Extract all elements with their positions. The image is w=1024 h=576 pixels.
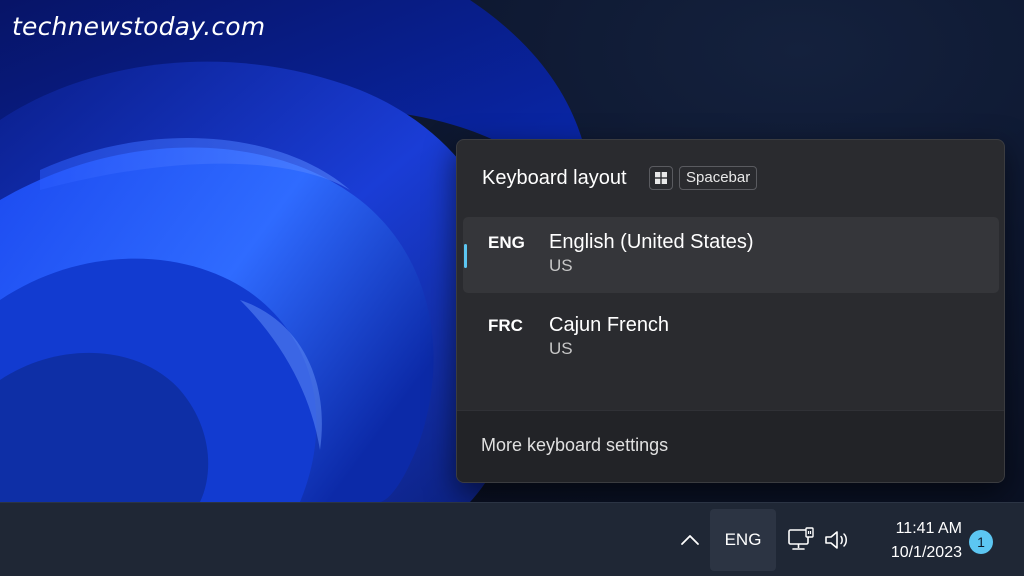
input-language-label: ENG (724, 530, 762, 549)
layout-name: English (United States) (549, 231, 754, 253)
volume-icon[interactable] (823, 528, 851, 552)
flyout-footer: More keyboard settings (457, 410, 1004, 482)
clock-date: 10/1/2023 (890, 544, 962, 561)
layout-name: Cajun French (549, 314, 670, 336)
flyout-title: Keyboard layout (482, 167, 627, 189)
notification-badge[interactable]: 1 (969, 530, 993, 554)
taskbar: ENG 11:41 AM 10/1/2023 1 (0, 502, 1024, 576)
chevron-up-icon[interactable] (678, 529, 702, 551)
layout-item-cajun-french[interactable]: FRC Cajun French US (463, 300, 999, 376)
clock-time: 11:41 AM (895, 520, 962, 537)
spacebar-key-hint: Spacebar (679, 166, 758, 190)
windows-logo-icon (649, 166, 673, 190)
more-keyboard-settings-link[interactable]: More keyboard settings (481, 435, 668, 456)
layout-keyboard: US (549, 339, 573, 358)
layout-code: FRC (488, 316, 523, 335)
keyboard-layout-flyout: Keyboard layout Spacebar ENG English (Un… (456, 139, 1005, 483)
network-icon[interactable] (787, 527, 815, 553)
selected-indicator (464, 244, 467, 268)
layout-code: ENG (488, 233, 525, 252)
input-language-button[interactable]: ENG (710, 509, 776, 571)
flyout-header: Keyboard layout Spacebar (457, 140, 1004, 216)
site-watermark: technewstoday.com (12, 12, 266, 41)
clock[interactable]: 11:41 AM 10/1/2023 (862, 517, 962, 565)
layout-keyboard: US (549, 256, 573, 275)
layout-item-english-us[interactable]: ENG English (United States) US (463, 217, 999, 293)
